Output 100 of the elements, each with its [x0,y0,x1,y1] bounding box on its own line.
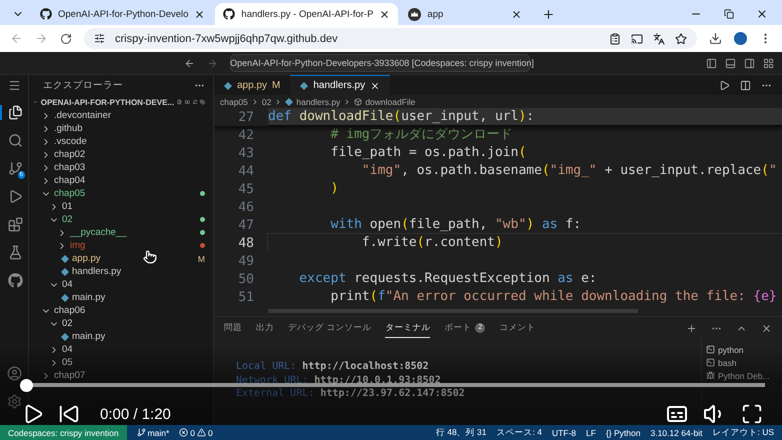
close-icon[interactable] [511,8,522,20]
tree-item[interactable]: 04 [29,278,213,291]
terminal-session[interactable]: python [702,343,782,356]
tree-item[interactable]: main.py [29,291,213,304]
panel-tab[interactable]: デバッグ コンソール [288,318,372,338]
tree-item[interactable]: 04 [29,343,213,356]
branch-icon [136,428,146,437]
tree-item[interactable]: chap04 [29,174,213,187]
tree-item[interactable]: chap07 [29,369,213,382]
panel-tab[interactable]: 問題 [224,318,242,338]
tree-item[interactable]: main.py [29,330,213,343]
toggle-sidebar-icon[interactable] [706,58,717,68]
status-item[interactable]: LF [586,428,596,438]
close-icon[interactable] [194,8,206,20]
code-line: "img", os.path.basename("img_" + user_input.replace(" [360,162,778,180]
status-item[interactable]: レイアウト: US [712,426,774,438]
cast-icon[interactable] [631,32,643,44]
tree-item[interactable]: chap03 [29,161,213,174]
github-icon [40,8,52,20]
line-number: 45 [237,182,255,196]
error-count[interactable]: 0 [190,428,196,438]
breadcrumb-item[interactable]: downloadFile [365,96,416,106]
tree-item[interactable]: .devcontainer [29,109,213,122]
reload-icon[interactable] [60,32,72,44]
modified-label: M [198,254,205,264]
run-icon[interactable] [719,80,730,90]
line-number: 27 [237,110,255,124]
python-file-icon [61,332,69,340]
browser-tab[interactable]: OpenAI-API-for-Python-Develo [32,3,214,25]
mouse-pointer-icon [143,250,157,264]
panel-tab[interactable]: 出力 [256,318,274,338]
close-icon[interactable] [379,8,390,20]
tree-item[interactable]: .vscode [29,135,213,148]
line-number: 46 [237,200,255,214]
branch-status[interactable]: main* [148,428,170,438]
tree-item[interactable]: img [29,239,213,252]
tree-item[interactable]: __pycache__ [29,226,213,239]
new-folder-icon[interactable] [184,97,190,107]
browser-tab[interactable]: handlers.py - OpenAI-API-for-P [215,3,398,25]
refresh-icon[interactable] [192,97,198,107]
breadcrumb-item[interactable]: 02 [262,96,272,106]
bug-icon [706,371,715,380]
address-bar[interactable]: crispy-invention-7xw5wpjj6qhp7qw.github.dev [84,28,697,49]
modified-label: M [272,80,280,91]
collapse-all-icon[interactable] [200,97,206,107]
remote-indicator[interactable]: Codespaces: crispy invention [0,425,127,440]
status-item[interactable]: 行 48、列 31 [436,426,486,438]
python-file-icon [224,82,232,90]
tree-item[interactable]: chap06 [29,304,213,317]
close-icon[interactable] [370,80,380,90]
breadcrumb-item[interactable]: handlers.py [296,96,340,106]
clipboard-icon[interactable] [609,32,621,44]
split-editor-icon[interactable] [740,80,751,90]
tree-item[interactable]: chap05 [29,187,213,200]
fullscreen-icon[interactable] [741,403,763,425]
browser-tab[interactable]: app [400,3,530,25]
warning-count[interactable]: 0 [208,428,213,438]
tree-item[interactable]: handlers.py [29,265,213,278]
progress-thumb[interactable] [20,378,33,392]
download-icon[interactable] [709,32,722,45]
status-item[interactable]: スペース: 4 [496,426,542,438]
workspace-root-title[interactable]: OPENAI-API-FOR-PYTHON-DEVE... [40,98,174,106]
status-item[interactable]: UTF-8 [552,428,576,438]
toggle-secondary-sidebar-icon[interactable] [744,58,755,68]
code-line: # imgフォルダにダウンロード [330,126,514,144]
panel-tab[interactable]: コメント [499,318,536,338]
line-number: 50 [237,272,255,286]
status-item[interactable]: {} Python [606,428,640,438]
profile-avatar[interactable] [734,32,747,45]
error-icon [179,428,188,437]
status-item[interactable]: 3.10.12 64-bit [650,428,702,438]
site-settings-icon[interactable] [94,33,105,44]
tree-item[interactable]: 01 [29,200,213,213]
tree-item[interactable]: 02 [29,317,213,330]
back-icon[interactable] [184,58,195,68]
terminal-session[interactable]: Python Deb... [702,369,782,382]
code-line: f.write(r.content) [268,234,782,252]
restore-icon[interactable] [724,9,734,19]
bookmark-star-icon[interactable] [675,32,687,44]
tree-item[interactable]: chap02 [29,148,213,161]
tree-item[interactable]: app.py M [29,252,213,265]
tree-item[interactable]: 02 [29,213,213,226]
translate-icon[interactable] [653,32,665,44]
breadcrumb-item[interactable]: chap05 [220,96,248,106]
menu-icon[interactable] [8,79,20,92]
tree-item[interactable]: 05 [29,356,213,369]
terminal-icon [706,345,715,354]
close-icon[interactable] [761,322,772,334]
toggle-panel-icon[interactable] [725,58,736,68]
terminal-session[interactable]: bash [702,356,782,369]
layout-icon[interactable] [763,58,774,68]
sidebar-title: エクスプローラー [43,78,123,92]
editor-tab[interactable]: handlers.py [290,75,390,95]
new-terminal-icon[interactable] [686,322,697,334]
close-icon[interactable] [756,8,768,20]
new-file-icon[interactable] [177,97,182,107]
tree-item[interactable]: .github [29,122,213,135]
panel-tab[interactable]: ターミナル [385,318,430,338]
skip-back-icon[interactable] [58,403,80,425]
new-tab-icon[interactable] [542,8,556,20]
